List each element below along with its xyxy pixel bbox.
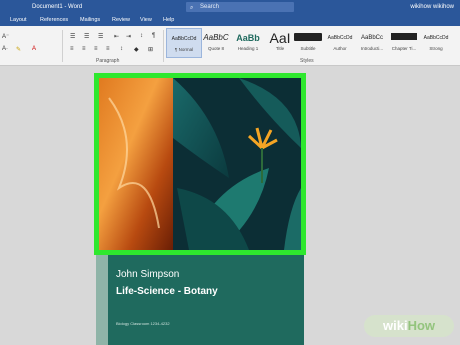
ribbon-tabs: Layout References Mailings Review View H…: [0, 14, 460, 26]
align-right-icon[interactable]: ≡: [94, 46, 98, 52]
highlight-icon[interactable]: ✎: [16, 46, 21, 53]
window-title: Document1 - Word: [32, 4, 83, 10]
decrease-indent-icon[interactable]: ⇤: [114, 33, 119, 40]
wikihow-logo: wikiHow: [364, 315, 454, 337]
pilcrow-icon[interactable]: ¶: [152, 33, 155, 39]
style-sample: AaBbCcDd: [327, 35, 353, 41]
align-center-icon[interactable]: ≡: [82, 46, 86, 52]
search-box[interactable]: ⌕ Search: [186, 2, 294, 12]
shading-icon[interactable]: ◆: [134, 46, 139, 53]
paragraph-group-label: Paragraph: [96, 58, 120, 64]
sort-icon[interactable]: ↕: [140, 33, 143, 39]
style-sample: AaBbCcDd: [171, 36, 197, 42]
justify-icon[interactable]: ≡: [106, 46, 110, 52]
style-normal[interactable]: AaBbCcDd ¶ Normal: [166, 28, 202, 58]
numbering-icon[interactable]: ☰: [84, 33, 89, 40]
style-introduction[interactable]: AaBbCc Introducti...: [354, 28, 390, 58]
style-sample: AaBbC: [203, 33, 229, 42]
style-name: Strong: [429, 46, 443, 51]
cover-meta[interactable]: Biology Classroom 1234-4232: [116, 321, 170, 326]
style-sample: AaBbCc: [360, 35, 383, 41]
style-author[interactable]: AaBbCcDd Author: [322, 28, 358, 58]
style-name: Heading 1: [237, 46, 259, 51]
line-spacing-icon[interactable]: ↕: [120, 46, 123, 52]
tab-references[interactable]: References: [40, 17, 68, 23]
font-color-icon[interactable]: A: [32, 46, 36, 52]
style-name: ¶ Normal: [174, 47, 194, 52]
cover-subject[interactable]: Life-Science - Botany: [116, 286, 218, 297]
title-bar: Document1 - Word ⌕ Search wikihow wikiho…: [0, 0, 460, 14]
style-heading-1[interactable]: AaBb Heading 1: [230, 28, 266, 58]
cover-photo[interactable]: [94, 73, 306, 255]
style-name: Author: [333, 46, 347, 51]
style-name: Introducti...: [360, 46, 384, 51]
tab-review[interactable]: Review: [112, 17, 130, 23]
tab-view[interactable]: View: [140, 17, 152, 23]
tab-layout[interactable]: Layout: [10, 17, 27, 23]
tab-mailings[interactable]: Mailings: [80, 17, 100, 23]
ribbon: A⁻ A· ✎ A ☰ ☰ ☰ ⇤ ⇥ ↕ ¶ ≡ ≡ ≡ ≡ ↕ ◆ ⊞ Pa…: [0, 26, 460, 66]
chapter-shape: [386, 28, 422, 46]
styles-group-label: Styles: [300, 58, 314, 64]
align-left-icon[interactable]: ≡: [70, 46, 74, 52]
style-chapter-title[interactable]: Chapter Ti...: [386, 28, 422, 58]
style-sample: AaBb: [236, 33, 260, 43]
style-sample: AaBbCcDd: [423, 35, 449, 41]
style-name: Chapter Ti...: [391, 46, 417, 51]
style-quote[interactable]: AaBbC Quote 8: [198, 28, 234, 58]
style-strong[interactable]: AaBbCcDd Strong: [418, 28, 454, 58]
cover-stripe: [96, 255, 108, 345]
search-icon: ⌕: [190, 5, 194, 11]
borders-icon[interactable]: ⊞: [148, 46, 153, 53]
style-subtitle[interactable]: Subtitle: [290, 28, 326, 58]
font-size-icon[interactable]: A⁻: [2, 33, 9, 40]
logo-how: How: [407, 318, 436, 333]
tab-help[interactable]: Help: [163, 17, 174, 23]
style-name: Subtitle: [300, 46, 316, 51]
logo-wiki: wiki: [382, 318, 408, 333]
subtitle-shape: [290, 28, 326, 46]
multilevel-icon[interactable]: ☰: [98, 33, 103, 40]
bullets-icon[interactable]: ☰: [70, 33, 75, 40]
text-effects-icon[interactable]: A·: [2, 46, 8, 52]
search-placeholder: Search: [200, 4, 220, 10]
styles-gallery: AaBbCcDd ¶ Normal AaBbC Quote 8 AaBb Hea…: [166, 28, 450, 58]
cover-block[interactable]: John Simpson Life-Science - Botany Biolo…: [96, 255, 304, 345]
cover-author[interactable]: John Simpson: [116, 269, 179, 280]
increase-indent-icon[interactable]: ⇥: [126, 33, 131, 40]
cover-photo-image: [99, 78, 301, 250]
user-name[interactable]: wikihow wikihow: [410, 4, 454, 10]
style-name: Quote 8: [207, 46, 224, 51]
